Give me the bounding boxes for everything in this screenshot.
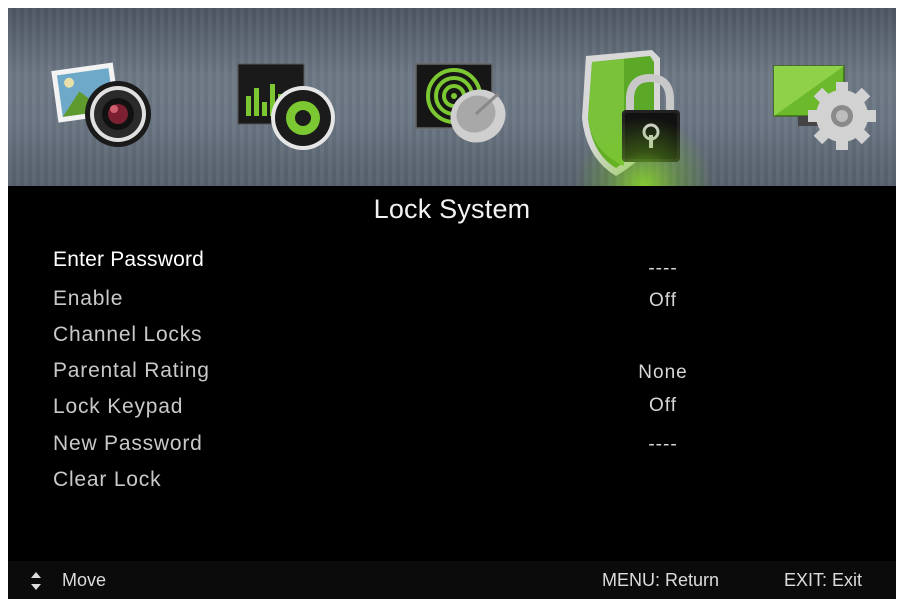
menu-item-value: Off — [649, 395, 677, 416]
menu-item-label: Parental Rating — [53, 359, 210, 382]
menu-item-enter-password[interactable]: Enter Password ---- — [8, 248, 896, 284]
menu-item-label: New Password — [53, 432, 203, 455]
menu-return-hint: MENU: Return — [602, 570, 720, 590]
tab-audio[interactable] — [216, 8, 376, 186]
menu-item-value: Off — [649, 290, 677, 311]
tab-channel[interactable] — [406, 8, 566, 186]
menu-item-label: Channel Locks — [53, 323, 203, 346]
audio-icon — [237, 63, 335, 150]
menu-item-parental-rating[interactable]: Parental Rating None — [8, 359, 896, 395]
tab-picture[interactable] — [34, 8, 194, 186]
picture-icon — [51, 62, 151, 147]
key-hint-footer: Move MENU: Return EXIT: Exit — [8, 561, 896, 599]
category-icon-bar — [8, 8, 896, 186]
tab-lock[interactable] — [564, 8, 724, 186]
tv-menu-screen: Lock System Enter Password ---- Enable O… — [8, 8, 896, 599]
menu-item-enable[interactable]: Enable Off — [8, 287, 896, 323]
exit-hint: EXIT: Exit — [784, 570, 863, 590]
menu-item-lock-keypad[interactable]: Lock Keypad Off — [8, 395, 896, 431]
up-down-arrow-icon — [31, 572, 41, 590]
menu-item-value: None — [638, 362, 688, 383]
menu-item-label: Enable — [53, 287, 124, 310]
menu-item-clear-lock[interactable]: Clear Lock — [8, 468, 896, 504]
satellite-icon — [415, 63, 506, 143]
menu-title-bar: Lock System — [8, 186, 896, 232]
page-title: Lock System — [373, 194, 531, 224]
password-placeholder: ---- — [648, 434, 678, 455]
lock-system-menu: Enter Password ---- Enable Off Channel L… — [8, 232, 896, 554]
lock-shield-icon — [582, 50, 680, 176]
tab-setup[interactable] — [760, 8, 896, 186]
menu-item-new-password[interactable]: New Password ---- — [8, 432, 896, 468]
menu-item-label: Lock Keypad — [53, 395, 184, 418]
menu-item-channel-locks[interactable]: Channel Locks — [8, 323, 896, 359]
menu-item-label: Clear Lock — [53, 468, 162, 491]
menu-item-label: Enter Password — [53, 248, 205, 271]
password-placeholder: ---- — [648, 258, 678, 279]
move-hint: Move — [62, 570, 107, 590]
gear-icon — [773, 65, 876, 150]
